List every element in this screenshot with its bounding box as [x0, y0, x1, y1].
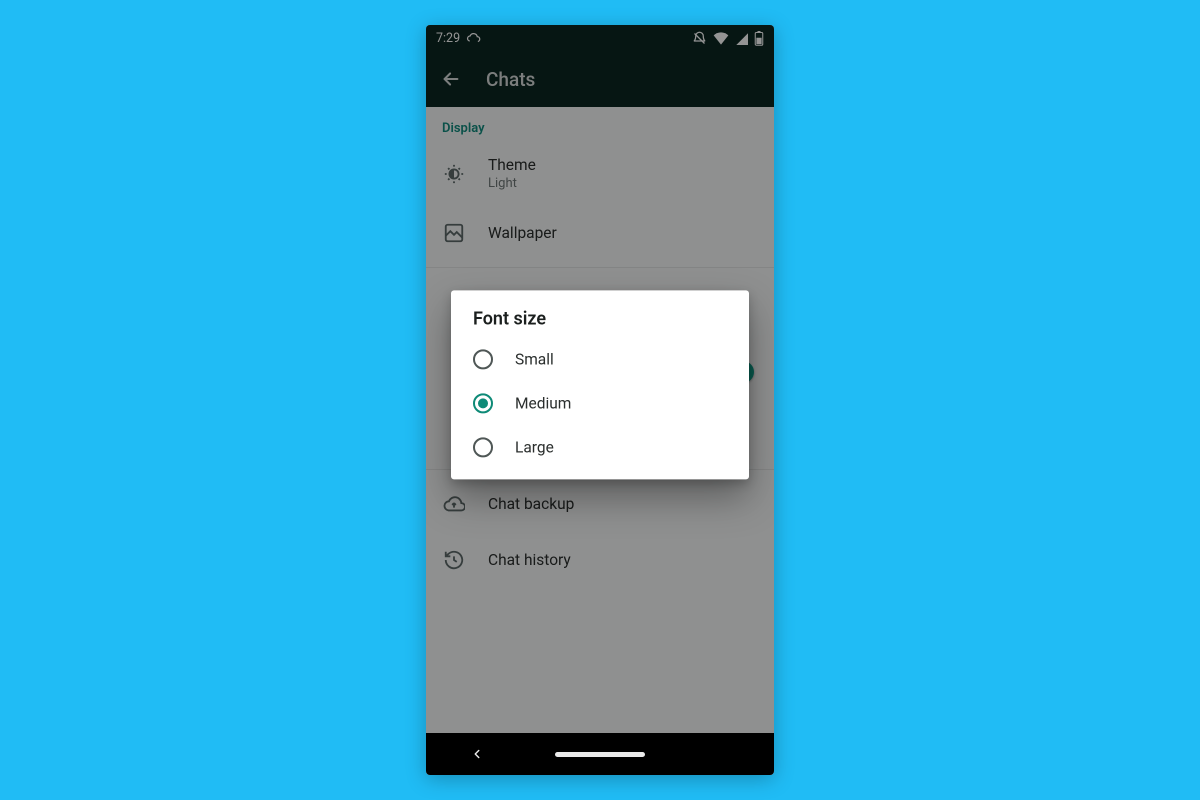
android-nav-bar [426, 733, 774, 775]
nav-home-pill[interactable] [555, 752, 645, 757]
radio-icon [473, 437, 493, 457]
radio-icon [473, 349, 493, 369]
option-label: Medium [515, 394, 571, 412]
nav-back-icon[interactable] [470, 747, 484, 761]
radio-selected-icon [473, 393, 493, 413]
option-label: Small [515, 350, 554, 368]
option-small[interactable]: Small [451, 337, 749, 381]
phone-screen: 7:29 [426, 25, 774, 775]
font-size-dialog: Font size Small Medium Large [451, 290, 749, 479]
dialog-title: Font size [451, 308, 749, 337]
phone-frame: 7:29 [426, 25, 774, 775]
option-large[interactable]: Large [451, 425, 749, 469]
option-label: Large [515, 438, 554, 456]
option-medium[interactable]: Medium [451, 381, 749, 425]
